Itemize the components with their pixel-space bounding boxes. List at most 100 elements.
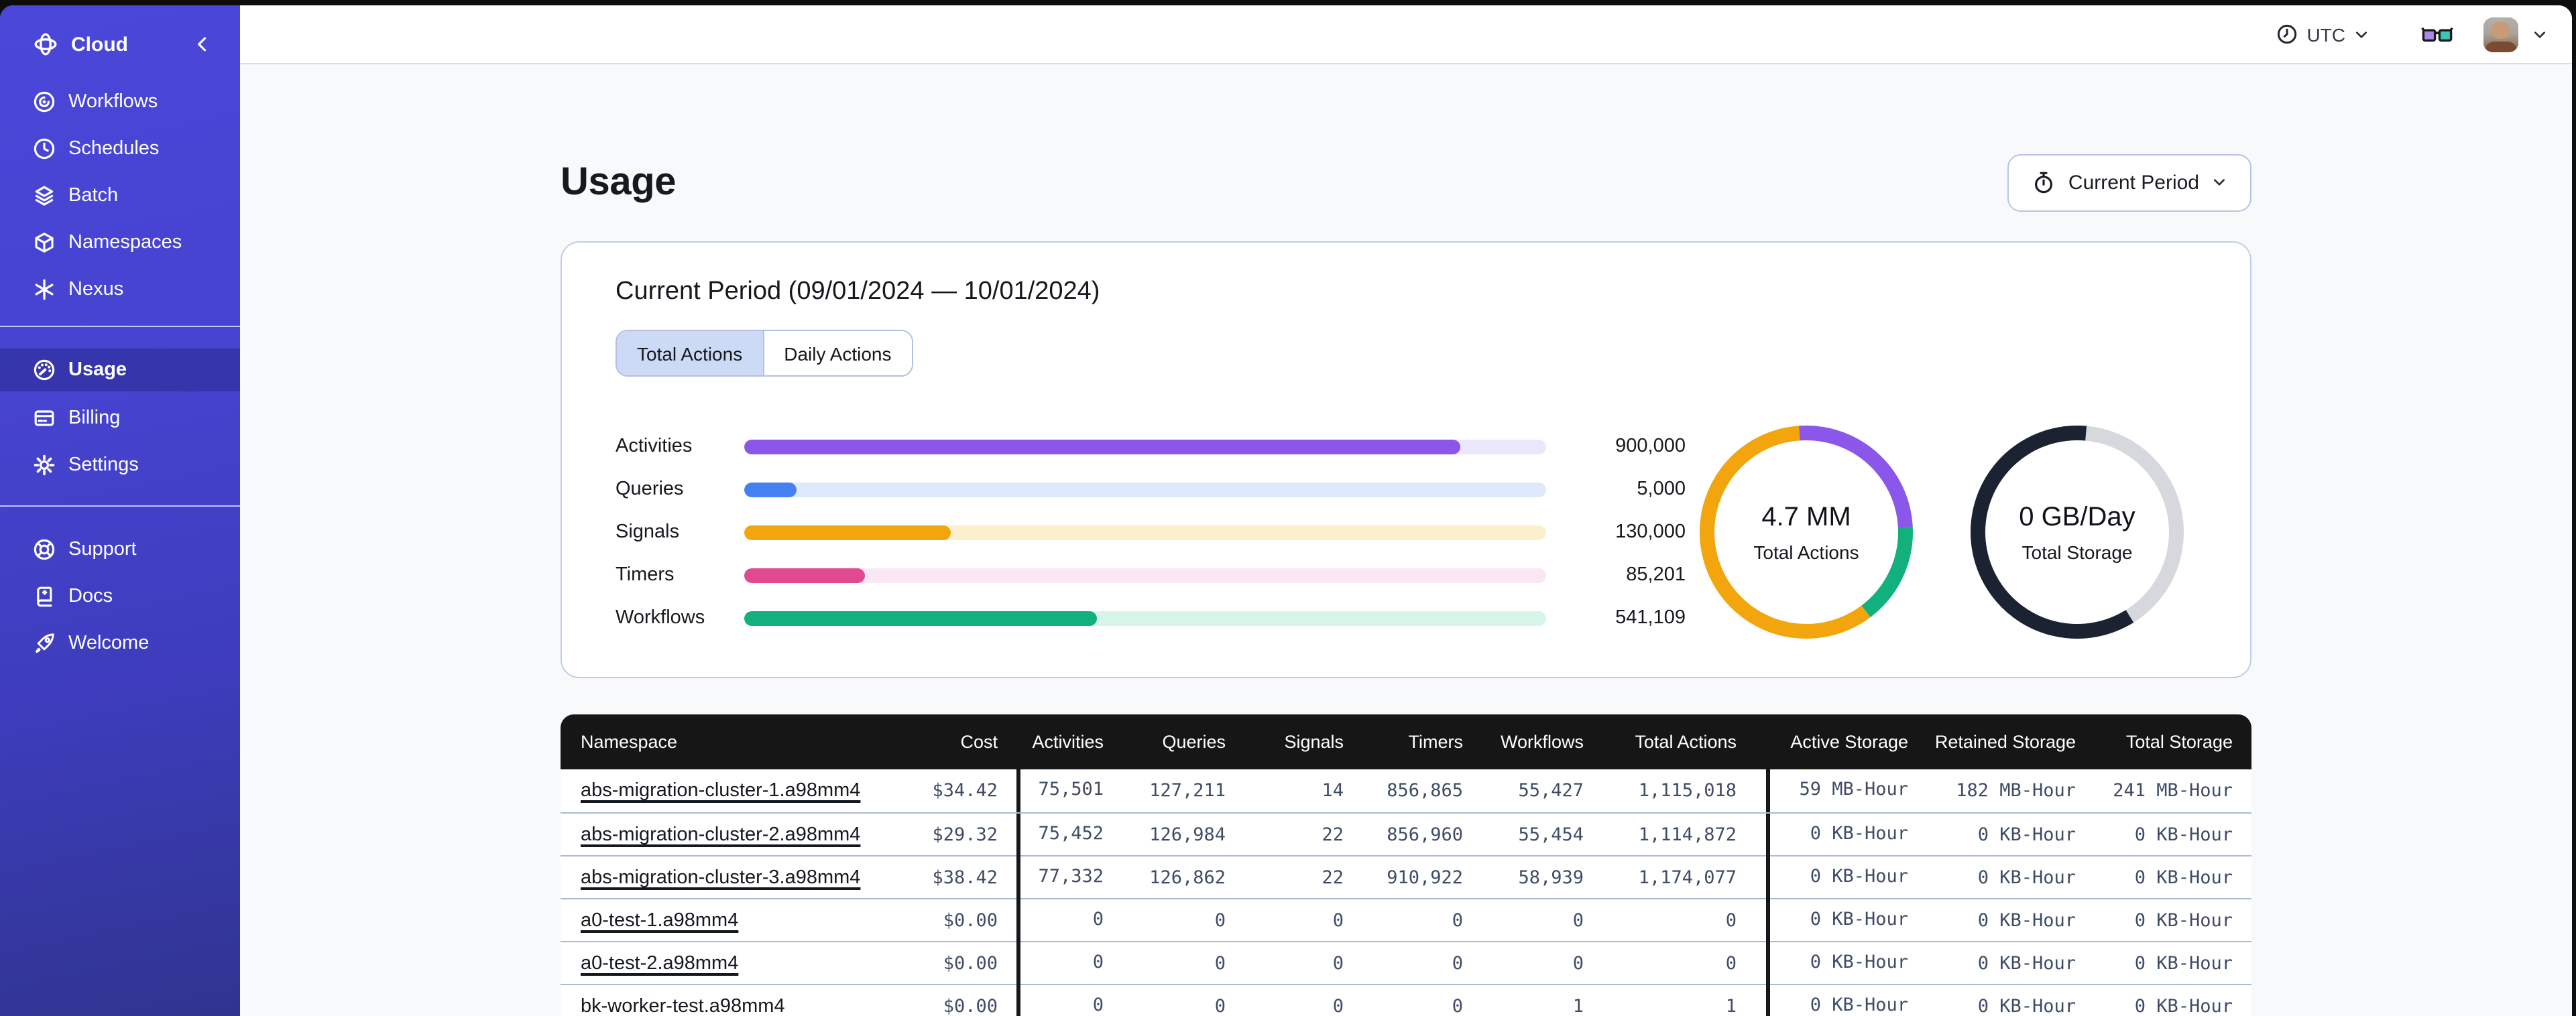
cell-active-storage: 0 KB-Hour (1766, 856, 1922, 899)
sidebar-item-label: Workflows (68, 91, 158, 113)
sidebar-item-usage[interactable]: Usage (0, 348, 240, 391)
sidebar-item-support[interactable]: Support (0, 529, 240, 570)
namespace-link[interactable]: abs-migration-cluster-3.a98mm4 (561, 867, 916, 889)
cell-active-storage: 0 KB-Hour (1766, 814, 1922, 856)
user-menu-chevron-icon[interactable] (2532, 26, 2548, 42)
sidebar-nav-footer: Support Docs Welcome (0, 529, 240, 663)
sidebar-nav-main: Workflows Schedules Batch Namespaces Nexus (0, 82, 240, 310)
namespace-link[interactable]: bk-worker-test.a98mm4 (561, 996, 916, 1016)
collapse-sidebar-button[interactable] (192, 34, 213, 55)
workflows-icon (32, 90, 56, 114)
period-dropdown-label: Current Period (2068, 171, 2199, 194)
column-header-active-storage: Active Storage (1790, 732, 1908, 752)
sidebar-nav-account: Usage Billing Settings (0, 348, 240, 485)
bar-track (744, 439, 1546, 454)
cell-timers: 856,960 (1387, 824, 1463, 846)
cell-total-storage: 0 KB-Hour (2134, 910, 2233, 932)
cell-total-actions: 1,174,077 (1638, 867, 1737, 889)
chevron-down-icon (2353, 26, 2369, 42)
cell-signals: 0 (1332, 953, 1344, 974)
usage-summary-card: Current Period (09/01/2024 — 10/01/2024)… (561, 241, 2251, 678)
cell-total-actions: 0 (1725, 953, 1737, 974)
bar-track (744, 525, 1546, 539)
user-avatar[interactable] (2483, 17, 2518, 52)
namespace-link[interactable]: a0-test-2.a98mm4 (561, 953, 916, 974)
clock-icon (2276, 23, 2298, 46)
tab-daily-actions[interactable]: Daily Actions (762, 331, 912, 375)
cell-signals: 22 (1322, 867, 1344, 889)
sidebar-item-nexus[interactable]: Nexus (0, 269, 240, 310)
cell-workflows: 0 (1572, 953, 1584, 974)
bar-label: Activities (616, 436, 693, 457)
cell-activities: 0 (1016, 985, 1121, 1016)
cell-queries: 127,211 (1149, 780, 1226, 802)
cell-total-storage: 0 KB-Hour (2134, 824, 2233, 846)
cell-activities: 0 (1016, 942, 1121, 985)
app-root: Cloud Workflows Schedules Batch Namespaces N… (0, 0, 2576, 1016)
cell-timers: 0 (1452, 910, 1463, 932)
sidebar-item-label: Docs (68, 586, 113, 607)
cell-total-actions: 1 (1725, 996, 1737, 1016)
timezone-label: UTC (2306, 23, 2345, 45)
cell-queries: 126,984 (1149, 824, 1226, 846)
sidebar-item-billing[interactable]: Billing (0, 398, 240, 438)
cell-workflows: 0 (1572, 910, 1584, 932)
namespace-link[interactable]: abs-migration-cluster-1.a98mm4 (561, 780, 916, 802)
usage-donut-charts: 4.7 MM Total Actions 0 GB/Day Total Storage (1688, 414, 2203, 650)
timezone-selector[interactable]: UTC (2276, 23, 2369, 46)
sidebar-item-batch[interactable]: Batch (0, 176, 240, 216)
usage-bar-row-activities: Activities 900,000 (616, 436, 1688, 457)
namespace-link[interactable]: abs-migration-cluster-2.a98mm4 (561, 824, 916, 846)
sidebar-item-settings[interactable]: Settings (0, 445, 240, 485)
cell-total-actions: 0 (1725, 910, 1737, 932)
tab-total-actions[interactable]: Total Actions (617, 331, 763, 375)
sidebar-item-welcome[interactable]: Welcome (0, 623, 240, 663)
sidebar-item-workflows[interactable]: Workflows (0, 82, 240, 122)
schedules-icon (32, 137, 56, 161)
bar-value: 130,000 (1615, 521, 1686, 543)
sidebar-item-label: Batch (68, 185, 119, 206)
cell-workflows: 58,939 (1518, 867, 1584, 889)
cell-activities: 77,332 (1016, 856, 1121, 899)
chevron-down-icon (2211, 174, 2227, 190)
usage-bar-row-signals: Signals 130,000 (616, 521, 1688, 543)
column-header-workflows: Workflows (1500, 732, 1584, 752)
sidebar-item-schedules[interactable]: Schedules (0, 129, 240, 169)
cell-cost: $38.42 (932, 867, 998, 889)
cell-signals: 0 (1332, 910, 1344, 932)
sidebar-item-label: Settings (68, 454, 139, 476)
sidebar-header: Cloud (0, 24, 240, 64)
cell-total-actions: 1,115,018 (1638, 780, 1737, 802)
bar-value: 5,000 (1637, 479, 1686, 500)
sidebar-item-docs[interactable]: Docs (0, 576, 240, 617)
cell-activities: 0 (1016, 899, 1121, 942)
bar-value: 900,000 (1615, 436, 1686, 457)
cell-timers: 910,922 (1387, 867, 1463, 889)
column-header-queries: Queries (1162, 732, 1226, 752)
sidebar-item-label: Namespaces (68, 232, 182, 253)
feedback-glasses-icon[interactable] (2420, 21, 2454, 47)
bar-label: Signals (616, 521, 680, 543)
sidebar-item-namespaces[interactable]: Namespaces (0, 223, 240, 263)
cell-timers: 0 (1452, 953, 1463, 974)
donut-total-storage: 0 GB/Day Total Storage (1959, 414, 2195, 650)
browser-window: Cloud Workflows Schedules Batch Namespaces N… (0, 5, 2572, 1016)
cell-retained-storage: 0 KB-Hour (1977, 910, 2076, 932)
chart-row: Activities 900,000 Queries 5,000 Signals 130,… (616, 414, 2197, 650)
bar-fill (744, 525, 951, 539)
sidebar: Cloud Workflows Schedules Batch Namespaces N… (0, 5, 240, 1016)
cell-active-storage: 59 MB-Hour (1766, 769, 1922, 812)
table-row: abs-migration-cluster-2.a98mm4 $29.32 75,4… (561, 812, 2251, 856)
cell-signals: 22 (1322, 824, 1344, 846)
cell-timers: 856,865 (1387, 780, 1463, 802)
namespaces-icon (32, 231, 56, 255)
table-row: abs-migration-cluster-1.a98mm4 $34.42 75,5… (561, 769, 2251, 812)
sidebar-item-label: Support (68, 539, 137, 560)
cell-queries: 126,862 (1149, 867, 1226, 889)
period-dropdown-button[interactable]: Current Period (2007, 153, 2251, 211)
namespace-link[interactable]: a0-test-1.a98mm4 (561, 910, 916, 932)
cell-workflows: 55,454 (1518, 824, 1584, 846)
cell-retained-storage: 0 KB-Hour (1977, 996, 2076, 1016)
cell-cost: $34.42 (932, 780, 998, 802)
cell-retained-storage: 0 KB-Hour (1977, 867, 2076, 889)
